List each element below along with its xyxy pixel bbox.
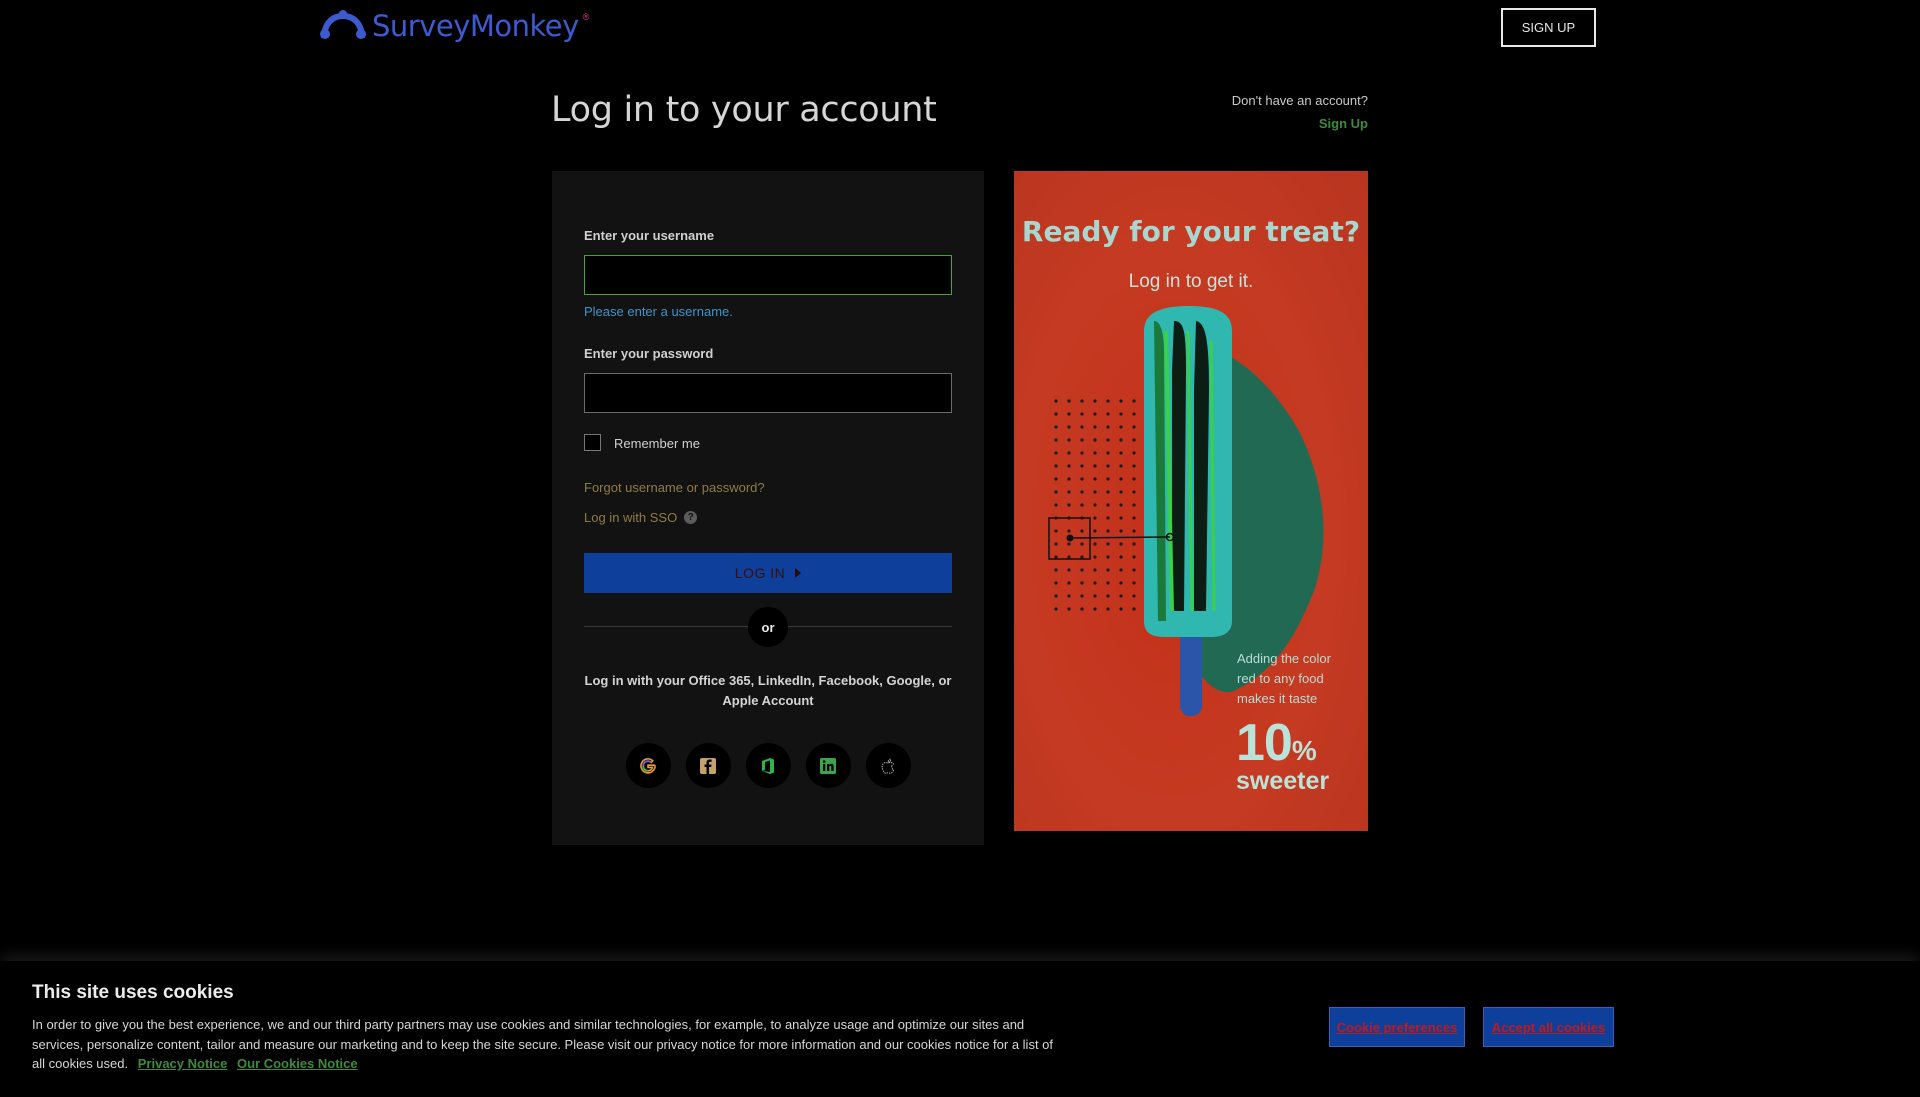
cookie-banner: This site uses cookies In order to give …	[0, 961, 1920, 1097]
logo-registered-mark: ®	[582, 12, 590, 22]
remember-me-toggle[interactable]: Remember me	[584, 433, 700, 451]
dot-grid	[1054, 412, 1136, 611]
cookie-preferences-button[interactable]: Cookie preferences	[1329, 1007, 1465, 1047]
forgot-credentials-link[interactable]: Forgot username or password?	[584, 480, 765, 495]
password-input[interactable]	[584, 373, 952, 413]
apple-icon	[881, 758, 895, 774]
username-error: Please enter a username.	[584, 304, 733, 319]
google-icon	[640, 757, 656, 774]
caret-right-icon	[795, 568, 802, 578]
promo-fact-text: Adding the color red to any food makes i…	[1237, 651, 1331, 706]
social-login-text: Log in with your Office 365, LinkedIn, F…	[584, 673, 952, 708]
login-card: Enter your username Please enter a usern…	[552, 171, 984, 845]
accept-cookies-button[interactable]: Accept all cookies	[1483, 1007, 1614, 1047]
office365-login-button[interactable]	[745, 743, 791, 788]
office365-icon	[762, 757, 774, 774]
username-label: Enter your username	[584, 228, 715, 243]
linkedin-icon	[820, 757, 836, 774]
facebook-icon	[700, 757, 716, 774]
or-separator: or	[748, 607, 788, 647]
promo-title: Ready for your treat?	[1021, 215, 1361, 248]
remember-me-label: Remember me	[614, 436, 700, 451]
username-input[interactable]	[584, 255, 952, 295]
promo-fact-word: sweeter	[1236, 767, 1330, 795]
sso-login-link[interactable]: Log in with SSO	[584, 510, 677, 525]
fact-percent: %	[1291, 735, 1317, 766]
linkedin-login-button[interactable]	[805, 743, 851, 788]
login-button[interactable]: LOG IN	[584, 553, 952, 593]
promo-subtitle: Log in to get it.	[1128, 271, 1254, 292]
facebook-login-button[interactable]	[685, 743, 731, 788]
signup-button[interactable]: SIGN UP	[1501, 8, 1596, 47]
social-login-buttons	[552, 743, 984, 788]
sso-login: Log in with SSO ?	[584, 510, 698, 525]
privacy-notice-link[interactable]: Privacy Notice	[138, 1056, 228, 1071]
help-icon[interactable]: ?	[684, 511, 698, 524]
logo-icon	[320, 10, 366, 39]
password-label: Enter your password	[584, 346, 714, 361]
surveymonkey-logo[interactable]: SurveyMonkey ®	[318, 6, 589, 46]
no-account-text: Don't have an account?	[1231, 93, 1368, 108]
account-hint: Don't have an account? Sign Up	[1232, 93, 1368, 131]
promo-panel: Ready for your treat? Log in to get it. …	[1014, 171, 1368, 831]
sign-up-link[interactable]: Sign Up	[1232, 116, 1368, 131]
cookie-title: This site uses cookies	[32, 982, 234, 1003]
apple-login-button[interactable]	[865, 743, 911, 788]
google-login-button[interactable]	[625, 743, 671, 788]
page-title: Log in to your account	[551, 90, 937, 130]
fact-number: 10	[1236, 714, 1293, 772]
cookie-body: In order to give you the best experience…	[32, 1015, 1062, 1074]
remember-me-checkbox[interactable]	[584, 433, 601, 451]
cookies-notice-link[interactable]: Our Cookies Notice	[237, 1056, 358, 1071]
top-header: SurveyMonkey ® SIGN UP	[0, 0, 1920, 58]
login-button-label: LOG IN	[734, 565, 786, 581]
logo-wordmark: SurveyMonkey	[372, 9, 579, 43]
promo-fact-number: 10%	[1236, 713, 1317, 773]
